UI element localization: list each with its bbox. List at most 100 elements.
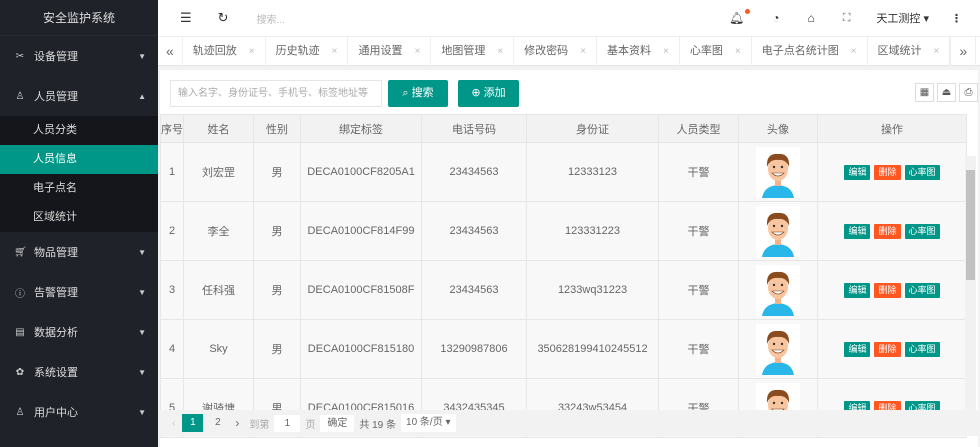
refresh-icon[interactable]: ↻ xyxy=(218,10,229,26)
close-icon[interactable]: × xyxy=(934,46,940,57)
sidebar-item-5[interactable]: ✿ 系统设置 ▼ xyxy=(0,352,158,392)
sidebar-item-3[interactable]: ⓘ 告警管理 ▼ xyxy=(0,272,158,312)
close-icon[interactable]: × xyxy=(249,46,255,57)
edit-button[interactable]: 编辑 xyxy=(844,282,871,298)
table-cell: DECA0100CF814F99 xyxy=(300,201,422,261)
close-icon[interactable]: × xyxy=(332,46,338,57)
delete-button[interactable]: 删除 xyxy=(874,282,901,298)
tab-item[interactable]: 区域统计 × xyxy=(868,36,951,66)
column-header: 电话号码 xyxy=(421,114,527,143)
sidebar-item-label: 物品管理 xyxy=(34,247,78,259)
print-icon[interactable]: ⎙ xyxy=(959,83,978,102)
tab-item[interactable]: 基本资料 × xyxy=(597,36,680,66)
prev-page-button[interactable]: ‹ xyxy=(172,418,175,429)
tab-label: 电子点名统计图 xyxy=(761,44,839,57)
page-1-button[interactable]: 1 xyxy=(182,414,204,432)
menu-toggle-icon[interactable]: ☰ xyxy=(180,10,192,26)
edit-button[interactable]: 编辑 xyxy=(844,341,871,357)
page-size-select[interactable]: 10 条/页 ▾ xyxy=(401,414,456,432)
sidebar-subitem[interactable]: 人员信息 xyxy=(0,145,158,174)
avatar xyxy=(756,323,800,375)
close-icon[interactable]: × xyxy=(663,46,669,57)
sidebar-item-0[interactable]: ✂ 设备管理 ▼ xyxy=(0,36,158,76)
table-cell: 23434563 xyxy=(421,260,527,320)
delete-button[interactable]: 删除 xyxy=(874,223,901,239)
sidebar-item-4[interactable]: ▤ 数据分析 ▼ xyxy=(0,312,158,352)
table-scrollbar[interactable] xyxy=(965,156,976,410)
theme-icon[interactable]: ◔ xyxy=(772,11,779,25)
person-search-input[interactable]: 输入名字、身份证号、手机号、标签地址等 xyxy=(170,80,382,107)
next-page-button[interactable]: › xyxy=(235,416,239,430)
heart-rate-button[interactable]: 心率图 xyxy=(904,223,940,239)
caret-down-icon: ▼ xyxy=(138,247,146,257)
more-icon[interactable]: ⋮ xyxy=(951,12,962,25)
edit-button[interactable]: 编辑 xyxy=(844,164,871,180)
sidebar-item-label: 告警管理 xyxy=(34,287,78,299)
tab-item[interactable]: 通用设置 × xyxy=(348,36,432,66)
tab-item[interactable]: 电子点名统计图 × xyxy=(752,36,868,66)
user-menu[interactable]: 天工测控 ▾ xyxy=(876,10,929,26)
search-button-label: 搜索 xyxy=(411,87,434,99)
tabs-scroll-right[interactable]: » xyxy=(950,36,977,66)
close-icon[interactable]: × xyxy=(497,46,503,57)
page-2-button[interactable]: 2 xyxy=(207,414,228,432)
goto-page-input[interactable]: 1 xyxy=(274,414,301,432)
tab-item[interactable]: 地图管理 × xyxy=(431,36,515,66)
table-cell: 任科强 xyxy=(183,260,254,320)
edit-button[interactable]: 编辑 xyxy=(844,223,871,239)
table-cell: 1233wq31223 xyxy=(526,260,659,320)
column-header: 绑定标签 xyxy=(300,114,422,143)
add-button-label: 添加 xyxy=(483,87,506,99)
avatar-cell xyxy=(738,201,818,261)
tab-label: 地图管理 xyxy=(441,44,486,57)
close-icon[interactable]: × xyxy=(580,46,586,57)
actions-cell: 编辑 删除 心率图 xyxy=(817,260,967,320)
caret-up-icon: ▲ xyxy=(138,91,146,101)
tab-label: 修改密码 xyxy=(524,44,569,57)
close-icon[interactable]: × xyxy=(851,46,857,57)
sidebar-item-1[interactable]: ♙ 人员管理 ▲ xyxy=(0,76,158,116)
columns-icon[interactable]: ▦ xyxy=(915,83,934,102)
delete-button[interactable]: 删除 xyxy=(874,341,901,357)
search-button[interactable]: ⌕ 搜索 xyxy=(388,80,448,107)
add-button[interactable]: ⊕ 添加 xyxy=(458,80,519,107)
tab-label: 历史轨迹 xyxy=(275,44,320,57)
tab-label: 通用设置 xyxy=(358,44,403,57)
scrollbar-thumb[interactable] xyxy=(966,170,975,280)
close-icon[interactable]: × xyxy=(735,46,741,57)
tab-item[interactable]: 历史轨迹 × xyxy=(266,36,349,66)
sidebar-item-6[interactable]: ♙ 用户中心 ▼ xyxy=(0,392,158,432)
tab-item[interactable]: 轨迹回放 × xyxy=(183,36,266,66)
actions-cell: 编辑 删除 心率图 xyxy=(817,319,967,379)
sidebar-subitem[interactable]: 电子点名 xyxy=(0,174,158,203)
tab-item[interactable]: 修改密码 × xyxy=(514,36,598,66)
table-cell: 干警 xyxy=(658,319,739,379)
sidebar-submenu: 人员分类 人员信息 电子点名 区域统计 xyxy=(0,116,158,232)
search-input[interactable]: 搜索... xyxy=(257,11,285,26)
bell-icon[interactable]: 🔔︎ xyxy=(729,9,751,25)
column-header: 序号 xyxy=(160,114,184,143)
tab-bar: « 轨迹回放 × 历史轨迹 × 通用设置 × 地图管理 × 修改密码 × 基本资料 × 心率图 × 电子点名… xyxy=(158,36,980,66)
table-cell: 干警 xyxy=(658,260,739,320)
heart-rate-button[interactable]: 心率图 xyxy=(904,341,940,357)
close-icon[interactable]: × xyxy=(414,46,420,57)
tag-icon[interactable]: ⌂ xyxy=(807,11,814,25)
column-header: 身份证 xyxy=(526,114,659,143)
table-cell: 男 xyxy=(253,142,301,202)
tabs-menu-chevron-icon[interactable]: ⌄ xyxy=(976,37,980,66)
avatar-cell xyxy=(738,260,818,320)
tabs-scroll-left[interactable]: « xyxy=(158,36,183,66)
table-cell: DECA0100CF81508F xyxy=(300,260,422,320)
total-count: 共 19 条 xyxy=(359,419,397,431)
sidebar-subitem[interactable]: 区域统计 xyxy=(0,203,158,232)
sidebar-subitem[interactable]: 人员分类 xyxy=(0,116,158,145)
goto-label: 到第 xyxy=(249,419,270,431)
fullscreen-icon[interactable]: ⛶ xyxy=(843,12,851,25)
tab-item[interactable]: 心率图 × xyxy=(680,36,752,66)
sidebar-item-2[interactable]: 🛒︎ 物品管理 ▼ xyxy=(0,232,158,272)
heart-rate-button[interactable]: 心率图 xyxy=(904,282,940,298)
heart-rate-button[interactable]: 心率图 xyxy=(904,164,940,180)
export-icon[interactable]: ⏏ xyxy=(937,83,956,102)
delete-button[interactable]: 删除 xyxy=(874,164,901,180)
confirm-button[interactable]: 确定 xyxy=(320,414,355,432)
